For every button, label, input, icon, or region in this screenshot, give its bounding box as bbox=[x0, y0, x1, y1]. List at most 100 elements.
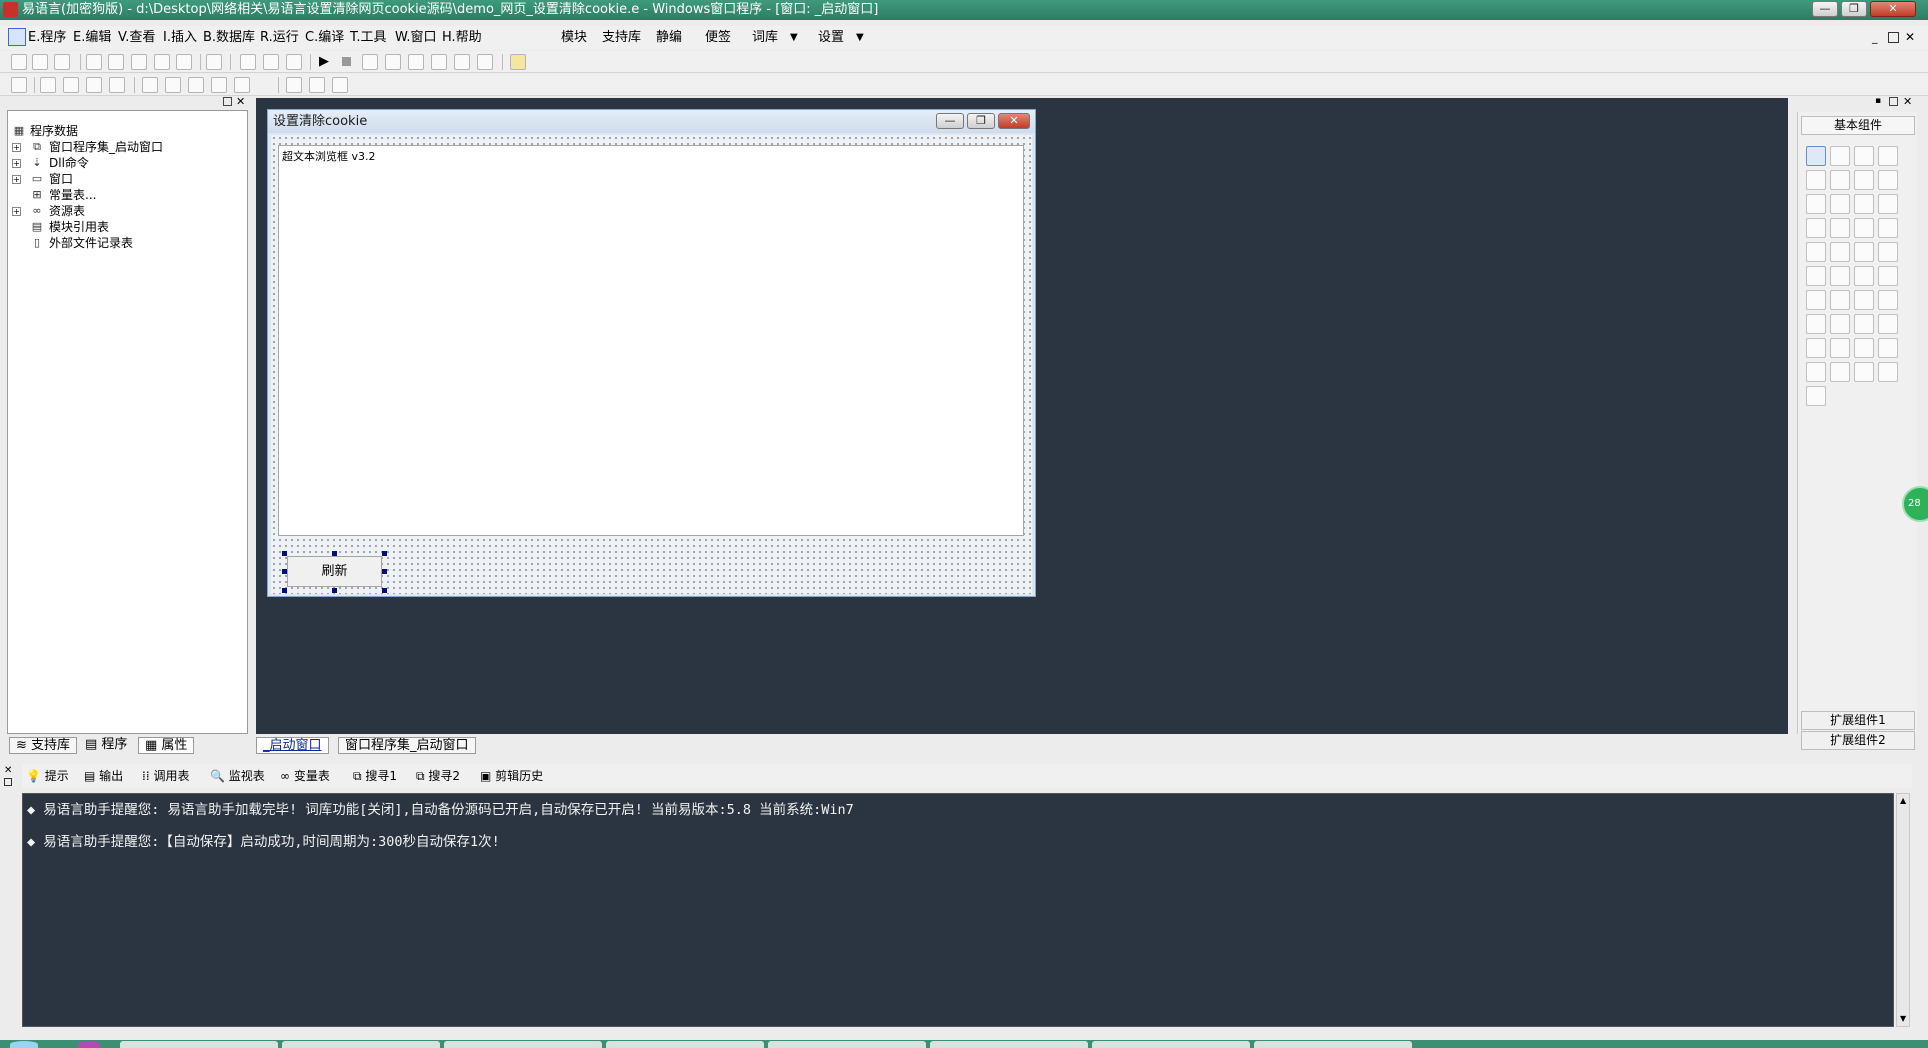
shape-component-icon[interactable] bbox=[1878, 146, 1898, 166]
layout-top-icon[interactable] bbox=[263, 54, 279, 70]
pointer-component-icon[interactable] bbox=[1806, 146, 1826, 166]
run-icon[interactable]: ▶ bbox=[319, 54, 329, 70]
blank-component-icon[interactable] bbox=[1830, 170, 1850, 190]
menu-lexicon[interactable]: 词库 bbox=[752, 30, 778, 46]
form-minimize-button[interactable]: — bbox=[936, 113, 964, 129]
redo-icon[interactable] bbox=[176, 54, 192, 70]
stop-icon[interactable] bbox=[342, 57, 351, 66]
image-button-component-icon[interactable] bbox=[1854, 266, 1874, 286]
center-vertical-icon[interactable] bbox=[165, 77, 181, 93]
status-component-icon[interactable] bbox=[1878, 290, 1898, 310]
align-bottom-icon[interactable] bbox=[109, 77, 125, 93]
tree-item-file-record[interactable]: ▯ 外部文件记录表 bbox=[12, 235, 242, 251]
panel-close-icon[interactable]: ✕ bbox=[236, 95, 245, 108]
selection-handle[interactable] bbox=[332, 551, 337, 556]
step-over-icon[interactable] bbox=[385, 54, 401, 70]
selection-handle[interactable] bbox=[382, 588, 387, 593]
menu-edit[interactable]: E.编辑 bbox=[73, 30, 111, 46]
splitter-component-icon[interactable] bbox=[1854, 290, 1874, 310]
taskbar-button[interactable] bbox=[1092, 1041, 1250, 1048]
document-component-icon[interactable] bbox=[1878, 266, 1898, 286]
panel-pin-icon[interactable] bbox=[223, 97, 232, 106]
selection-handle[interactable] bbox=[282, 551, 287, 556]
tab-output[interactable]: ▤ 输出 bbox=[84, 767, 123, 785]
calendar-component-icon[interactable] bbox=[1806, 266, 1826, 286]
tab-variables[interactable]: ∞ 变量表 bbox=[280, 767, 330, 785]
minimize-button[interactable]: — bbox=[1812, 1, 1838, 17]
menu-program[interactable]: E.程序 bbox=[28, 30, 66, 46]
network-component-icon[interactable] bbox=[1830, 290, 1850, 310]
center-horizontal-icon[interactable] bbox=[142, 77, 158, 93]
taskbar-button[interactable] bbox=[768, 1041, 926, 1048]
expand-plus-icon[interactable]: + bbox=[12, 143, 21, 152]
label-component-icon[interactable] bbox=[1830, 146, 1850, 166]
settings-chevron-down-icon[interactable]: ▼ bbox=[856, 30, 864, 46]
cut-icon[interactable] bbox=[86, 54, 102, 70]
panel-component-icon[interactable] bbox=[1854, 338, 1874, 358]
hand-icon[interactable] bbox=[477, 54, 493, 70]
scroll-down-icon[interactable]: ▼ bbox=[1900, 1014, 1906, 1023]
open-file-icon[interactable] bbox=[32, 54, 48, 70]
link-component-icon[interactable] bbox=[1830, 338, 1850, 358]
chart-component-icon[interactable] bbox=[1854, 362, 1874, 382]
expand-plus-icon[interactable]: + bbox=[12, 175, 21, 184]
tab-component-icon[interactable] bbox=[1854, 242, 1874, 262]
taskbar-button[interactable] bbox=[282, 1041, 440, 1048]
menu-window[interactable]: W.窗口 bbox=[395, 30, 437, 46]
menu-settings[interactable]: 设置 bbox=[818, 30, 844, 46]
odbc-component-icon[interactable] bbox=[1806, 386, 1826, 406]
selection-handle[interactable] bbox=[282, 588, 287, 593]
menu-help[interactable]: H.帮助 bbox=[442, 30, 482, 46]
mdi-restore-icon[interactable] bbox=[1888, 32, 1899, 43]
save-icon[interactable] bbox=[54, 54, 70, 70]
tab-order-icon[interactable] bbox=[332, 77, 348, 93]
slider-component-icon[interactable] bbox=[1878, 218, 1898, 238]
tab-hint[interactable]: 💡 提示 bbox=[26, 767, 69, 785]
close-button[interactable]: ✕ bbox=[1870, 1, 1916, 17]
new-file-icon[interactable] bbox=[11, 54, 27, 70]
taskbar-button[interactable] bbox=[606, 1041, 764, 1048]
database-component-icon[interactable] bbox=[1830, 362, 1850, 382]
align-top-icon[interactable] bbox=[86, 77, 102, 93]
paste-icon[interactable] bbox=[131, 54, 147, 70]
combo-component-icon[interactable] bbox=[1830, 242, 1850, 262]
divider-component-icon[interactable] bbox=[1806, 242, 1826, 262]
button-component-icon[interactable] bbox=[1830, 266, 1850, 286]
panel-pin-icon[interactable]: ▪ bbox=[1875, 96, 1881, 106]
scroll-component-icon[interactable] bbox=[1830, 218, 1850, 238]
form-close-button[interactable]: ✕ bbox=[998, 113, 1030, 129]
layout-bottom-icon[interactable] bbox=[286, 54, 302, 70]
space-horizontal-icon[interactable] bbox=[286, 77, 302, 93]
refresh-button[interactable]: 刷新 bbox=[287, 556, 382, 587]
step-out-icon[interactable] bbox=[408, 54, 424, 70]
panel-close-icon[interactable]: ✕ bbox=[1903, 95, 1912, 108]
drag-component-icon[interactable] bbox=[1854, 314, 1874, 334]
layout-left-icon[interactable] bbox=[240, 54, 256, 70]
menu-view[interactable]: V.查看 bbox=[118, 30, 155, 46]
menu-module[interactable]: 模块 bbox=[561, 30, 587, 46]
tab-list-component-icon[interactable] bbox=[1878, 338, 1898, 358]
tree-item-constants[interactable]: ⊞ 常量表... bbox=[12, 187, 242, 203]
same-height-icon[interactable] bbox=[211, 77, 227, 93]
group-box-component-icon[interactable] bbox=[1854, 194, 1874, 214]
taskbar-button[interactable] bbox=[120, 1041, 278, 1048]
list-box-component-icon[interactable] bbox=[1878, 194, 1898, 214]
tab-search2[interactable]: ⧉ 搜寻2 bbox=[416, 767, 460, 785]
grid-component-icon[interactable] bbox=[1806, 290, 1826, 310]
taskbar-app-icon[interactable] bbox=[78, 1041, 100, 1048]
selection-handle[interactable] bbox=[382, 551, 387, 556]
panel-float-icon[interactable] bbox=[1889, 97, 1898, 106]
menu-run[interactable]: R.运行 bbox=[260, 30, 299, 46]
radio-component-icon[interactable] bbox=[1830, 194, 1850, 214]
start-orb-icon[interactable] bbox=[10, 1041, 38, 1048]
menu-insert[interactable]: I.插入 bbox=[163, 30, 197, 46]
tree-item-resources[interactable]: + ∞ 资源表 bbox=[12, 203, 242, 219]
tab-support-lib[interactable]: ≋ 支持库 bbox=[9, 737, 78, 754]
basic-components-header[interactable]: 基本组件 bbox=[1801, 116, 1915, 135]
tree-item-window[interactable]: + ▭ 窗口 bbox=[12, 171, 242, 187]
taskbar-button[interactable] bbox=[1254, 1041, 1412, 1048]
form-canvas[interactable]: 超文本浏览框 v3.2 刷新 bbox=[271, 135, 1032, 594]
frame-component-icon[interactable] bbox=[1878, 242, 1898, 262]
same-width-icon[interactable] bbox=[188, 77, 204, 93]
hypertext-browser-control[interactable]: 超文本浏览框 v3.2 bbox=[278, 145, 1024, 536]
